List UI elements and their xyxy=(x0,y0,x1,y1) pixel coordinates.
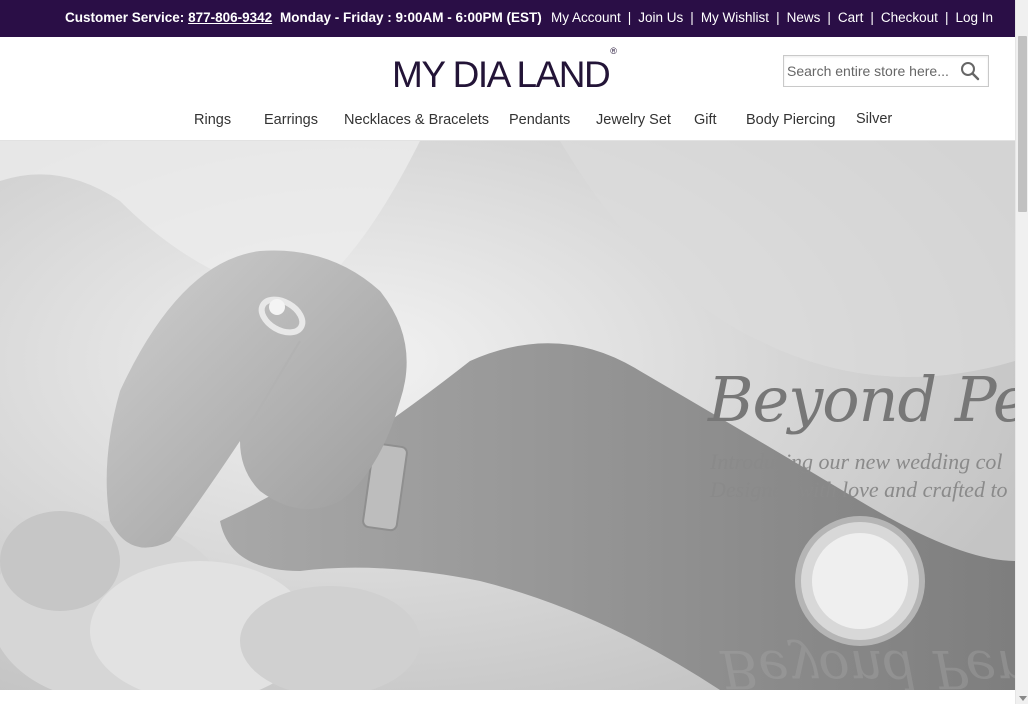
content-start xyxy=(0,690,1015,704)
nav-item-earrings[interactable]: Earrings xyxy=(264,112,318,128)
separator: | xyxy=(627,10,632,25)
hero-headline: Beyond Perf xyxy=(708,363,1015,436)
nav-item-jewelry-set[interactable]: Jewelry Set xyxy=(596,112,671,128)
main-nav: Rings Earrings Necklaces & Bracelets Pen… xyxy=(0,111,1015,134)
checkout-link[interactable]: Checkout xyxy=(881,10,938,25)
scroll-down-icon[interactable] xyxy=(1019,696,1027,701)
nav-item-silver[interactable]: Silver xyxy=(856,111,892,127)
account-links: My Account | Join Us | My Wishlist | New… xyxy=(551,10,993,25)
svg-text:Beyond Perf: Beyond Perf xyxy=(719,638,1015,690)
search-icon[interactable] xyxy=(960,61,980,81)
customer-service: Customer Service: 877-806-9342 xyxy=(65,10,272,25)
nav-item-rings[interactable]: Rings xyxy=(194,112,231,128)
scrollbar-thumb[interactable] xyxy=(1018,36,1027,212)
separator: | xyxy=(690,10,694,25)
separator: | xyxy=(776,10,780,25)
site-logo[interactable]: MY DIA LAND® xyxy=(392,46,617,96)
hero-banner[interactable]: Beyond Perf Beyond Perf Introducing our … xyxy=(0,141,1015,690)
separator: | xyxy=(870,10,874,25)
separator: | xyxy=(827,10,831,25)
log-in-link[interactable]: Log In xyxy=(955,10,993,25)
business-hours: Monday - Friday : 9:00AM - 6:00PM (EST) xyxy=(280,10,542,25)
hero-subtitle-line-2: Designed with love and crafted to xyxy=(710,477,1008,502)
customer-service-label: Customer Service: xyxy=(65,10,185,25)
registered-mark: ® xyxy=(610,45,617,56)
my-wishlist-link[interactable]: My Wishlist xyxy=(701,10,769,25)
separator: | xyxy=(944,10,949,25)
join-us-link[interactable]: Join Us xyxy=(638,10,683,25)
nav-item-gift[interactable]: Gift xyxy=(694,112,717,128)
search-box xyxy=(783,55,989,87)
cart-link[interactable]: Cart xyxy=(838,10,864,25)
top-bar: Customer Service: 877-806-9342 Monday - … xyxy=(0,0,1015,37)
page-scrollbar[interactable] xyxy=(1015,0,1028,704)
nav-item-body-piercing[interactable]: Body Piercing xyxy=(746,112,835,128)
phone-link[interactable]: 877-806-9342 xyxy=(188,10,272,25)
news-link[interactable]: News xyxy=(787,10,821,25)
nav-item-necklaces-bracelets[interactable]: Necklaces & Bracelets xyxy=(344,112,489,128)
site-header: MY DIA LAND® Rings Earrings Necklaces & … xyxy=(0,37,1015,141)
logo-text: MY DIA LAND xyxy=(392,54,611,95)
my-account-link[interactable]: My Account xyxy=(551,10,621,25)
hero-subtitle-line-1: Introducing our new wedding col xyxy=(710,449,1003,474)
search-input[interactable] xyxy=(787,57,955,85)
nav-item-pendants[interactable]: Pendants xyxy=(509,112,570,128)
